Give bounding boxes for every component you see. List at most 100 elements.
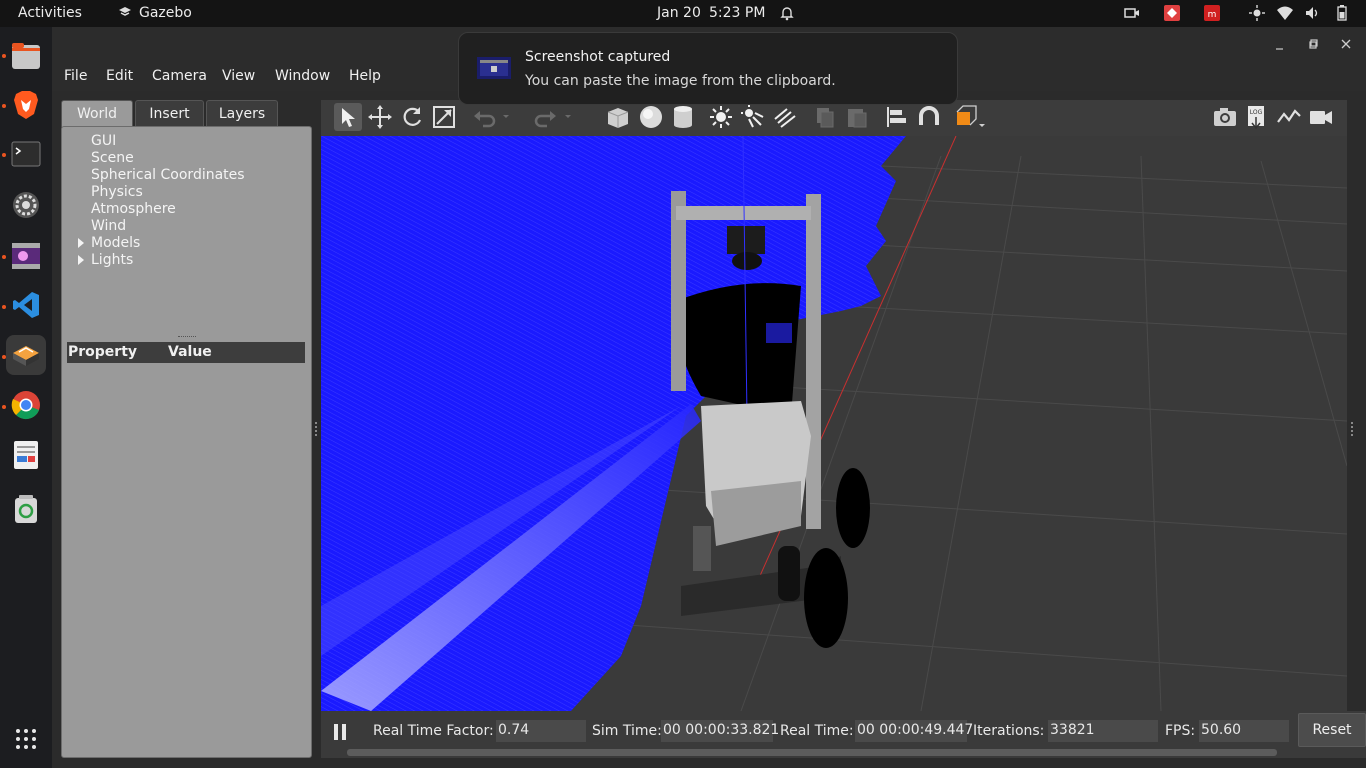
pause-icon[interactable]: [333, 723, 347, 741]
text-editor-icon[interactable]: [6, 435, 46, 475]
trash-icon[interactable]: [6, 489, 46, 529]
box-icon: [607, 108, 629, 128]
app-menu[interactable]: Gazebo: [139, 5, 192, 21]
screenshot-notification[interactable]: Screenshot captured You can paste the im…: [458, 32, 958, 105]
scene-viewport[interactable]: [321, 136, 1347, 711]
insert-box-button[interactable]: [604, 103, 632, 131]
anydesk-tray-icon[interactable]: [1164, 5, 1180, 21]
menu-help[interactable]: Help: [349, 68, 381, 84]
imu-sensor: [766, 323, 792, 343]
screen-record-icon[interactable]: [1124, 5, 1140, 21]
brave-icon[interactable]: [6, 85, 46, 125]
undo-icon: [474, 111, 509, 128]
scene-render[interactable]: [321, 136, 1347, 711]
wifi-icon[interactable]: [1277, 5, 1293, 21]
caster-wheel: [778, 546, 800, 601]
volume-icon[interactable]: [1305, 5, 1321, 21]
directional-light-button[interactable]: [771, 103, 799, 131]
point-light-button[interactable]: [707, 103, 735, 131]
settings-icon[interactable]: [6, 185, 46, 225]
log-button[interactable]: LOG: [1242, 103, 1270, 131]
tree-item-scene[interactable]: Scene: [91, 150, 134, 166]
app-grid-icon[interactable]: [6, 719, 46, 759]
maximize-icon[interactable]: [1309, 39, 1319, 49]
view-angle-icon: [956, 105, 985, 127]
tray-app-icon[interactable]: m: [1204, 5, 1220, 21]
notification-title: Screenshot captured: [525, 49, 671, 65]
tab-insert[interactable]: Insert: [135, 100, 204, 127]
spot-light-button[interactable]: [739, 103, 767, 131]
robot-left-post: [671, 191, 686, 391]
menu-file[interactable]: File: [64, 68, 87, 84]
files-icon[interactable]: [6, 36, 46, 76]
tree-item-physics[interactable]: Physics: [91, 184, 143, 200]
plot-icon: [1277, 109, 1301, 123]
reset-button[interactable]: Reset: [1298, 713, 1366, 747]
menu-window[interactable]: Window: [275, 68, 330, 84]
splitter-handle[interactable]: [178, 336, 196, 338]
copy-button[interactable]: [811, 103, 839, 131]
video-player-icon[interactable]: [6, 236, 46, 276]
activities-button[interactable]: Activities: [18, 5, 82, 21]
cylinder-icon: [674, 106, 692, 128]
translate-mode-button[interactable]: [366, 103, 394, 131]
menu-edit[interactable]: Edit: [106, 68, 133, 84]
menu-view[interactable]: View: [222, 68, 255, 84]
tab-world[interactable]: World: [61, 100, 133, 127]
snap-button[interactable]: [915, 103, 943, 131]
property-header: Property Value: [67, 342, 305, 363]
notification-bell-icon[interactable]: [779, 5, 795, 21]
log-icon: LOG: [1248, 106, 1264, 130]
panel-splitter-right[interactable]: [1351, 422, 1353, 436]
tree-item-gui[interactable]: GUI: [91, 133, 116, 149]
expand-arrow-icon[interactable]: [78, 255, 84, 265]
tree-item-spherical-coordinates[interactable]: Spherical Coordinates: [91, 167, 245, 183]
insert-sphere-button[interactable]: [637, 103, 665, 131]
notification-body: You can paste the image from the clipboa…: [525, 73, 836, 89]
scale-mode-button[interactable]: [430, 103, 458, 131]
redo-button[interactable]: [533, 103, 573, 131]
minimize-icon[interactable]: [1275, 41, 1285, 51]
scale-icon: [433, 106, 455, 128]
rtf-label: Real Time Factor:: [373, 723, 494, 739]
brightness-icon[interactable]: [1249, 5, 1265, 21]
plot-button[interactable]: [1275, 103, 1303, 131]
close-icon[interactable]: [1341, 39, 1351, 49]
undo-button[interactable]: [471, 103, 511, 131]
insert-cylinder-button[interactable]: [669, 103, 697, 131]
video-record-button[interactable]: [1307, 103, 1335, 131]
property-column-header: Property: [68, 344, 138, 360]
menu-camera[interactable]: Camera: [152, 68, 207, 84]
iterations-value: 33821: [1048, 720, 1158, 742]
fps-value: 50.60: [1199, 720, 1289, 742]
align-button[interactable]: [883, 103, 911, 131]
select-mode-button[interactable]: [334, 103, 362, 131]
clock-date[interactable]: Jan 20: [657, 5, 701, 21]
toolbar: LOG: [321, 100, 1347, 136]
tree-item-lights[interactable]: Lights: [91, 252, 133, 268]
tree-item-models[interactable]: Models: [91, 235, 140, 251]
expand-arrow-icon[interactable]: [78, 238, 84, 248]
camera-icon: [1214, 108, 1236, 126]
screenshot-button[interactable]: [1211, 103, 1239, 131]
terminal-icon[interactable]: [6, 134, 46, 174]
real-time-value: 00 00:00:49.447: [855, 720, 973, 742]
chrome-icon[interactable]: [6, 385, 46, 425]
svg-text:LOG: LOG: [1250, 109, 1263, 116]
tree-item-atmosphere[interactable]: Atmosphere: [91, 201, 176, 217]
gazebo-app-icon: [119, 7, 131, 16]
view-angle-button[interactable]: [953, 103, 987, 131]
redo-icon: [534, 111, 571, 128]
horizontal-scrollbar[interactable]: [347, 749, 1277, 756]
tree-item-wind[interactable]: Wind: [91, 218, 126, 234]
vscode-icon[interactable]: [6, 285, 46, 325]
gazebo-icon[interactable]: [6, 335, 46, 375]
panel-splitter[interactable]: [315, 422, 317, 436]
sim-time-value: 00 00:00:33.821: [661, 720, 779, 742]
battery-icon[interactable]: [1334, 5, 1350, 21]
paste-button[interactable]: [843, 103, 871, 131]
rotate-mode-button[interactable]: [398, 103, 426, 131]
svg-text:m: m: [1208, 10, 1217, 20]
tab-layers[interactable]: Layers: [206, 100, 278, 127]
clock-time[interactable]: 5:23 PM: [709, 5, 765, 21]
